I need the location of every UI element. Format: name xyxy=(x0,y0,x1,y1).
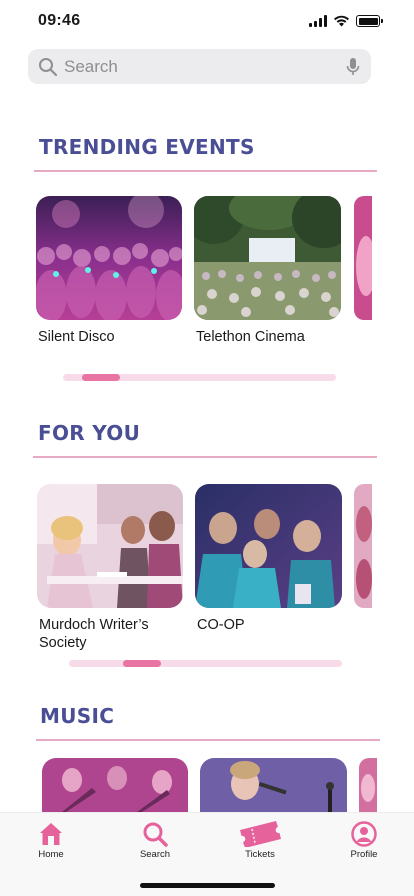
event-label: Telethon Cinema xyxy=(196,329,305,345)
section-title-for-you: FOR YOU xyxy=(38,421,141,445)
home-indicator xyxy=(140,883,275,888)
event-card-murdoch-writers-society[interactable]: Murdoch Writer’s Society xyxy=(37,484,183,654)
trending-scroll-indicator[interactable] xyxy=(63,374,336,381)
event-label: Murdoch Writer’s Society xyxy=(39,617,149,651)
battery-icon xyxy=(356,15,383,27)
tab-tickets-label: Tickets xyxy=(245,849,275,860)
tab-profile[interactable]: Profile xyxy=(329,821,399,860)
section-title-music: MUSIC xyxy=(40,704,115,728)
partial-event-image xyxy=(354,484,372,608)
search-icon xyxy=(143,822,168,847)
co-op-image xyxy=(195,484,342,608)
tab-tickets[interactable]: Tickets xyxy=(225,821,295,860)
for-you-scroll-thumb[interactable] xyxy=(123,660,161,667)
section-divider xyxy=(33,456,377,458)
event-card-silent-disco[interactable]: Silent Disco xyxy=(36,196,182,346)
orchestra-image xyxy=(42,758,188,812)
section-divider xyxy=(34,170,377,172)
status-icons xyxy=(309,15,383,27)
for-you-scroll-indicator[interactable] xyxy=(69,660,342,667)
wifi-icon xyxy=(334,15,349,27)
status-time: 09:46 xyxy=(38,12,81,29)
cellular-signal-icon xyxy=(309,15,327,27)
silent-disco-image xyxy=(36,196,182,320)
section-divider xyxy=(36,739,380,741)
home-icon xyxy=(40,823,62,845)
event-label: CO-OP xyxy=(197,617,245,633)
event-card-co-op[interactable]: CO-OP xyxy=(195,484,342,634)
telethon-cinema-image xyxy=(194,196,341,320)
status-bar: 09:46 xyxy=(0,0,414,44)
trending-scroll-thumb[interactable] xyxy=(82,374,120,381)
tab-profile-label: Profile xyxy=(350,849,378,860)
writers-society-image xyxy=(37,484,183,608)
tab-search-label: Search xyxy=(139,849,171,860)
microphone-icon[interactable] xyxy=(345,57,361,77)
tab-home-label: Home xyxy=(38,849,64,860)
section-title-trending: TRENDING EVENTS xyxy=(39,135,255,159)
singer-image xyxy=(200,758,347,812)
event-card-partial[interactable] xyxy=(354,484,372,608)
event-label: Silent Disco xyxy=(38,329,115,345)
tab-home[interactable]: Home xyxy=(16,821,86,860)
search-input[interactable] xyxy=(64,56,345,77)
profile-icon xyxy=(351,821,377,847)
tab-search[interactable]: Search xyxy=(120,821,190,860)
music-card-orchestra[interactable] xyxy=(42,758,188,812)
music-card-partial[interactable] xyxy=(359,758,377,812)
partial-music-image xyxy=(359,758,377,812)
partial-event-image xyxy=(354,196,372,320)
search-bar[interactable] xyxy=(28,49,371,84)
ticket-icon xyxy=(240,821,281,847)
event-card-telethon-cinema[interactable]: Telethon Cinema xyxy=(194,196,341,346)
search-icon xyxy=(39,57,58,76)
music-card-singer[interactable] xyxy=(200,758,347,812)
event-card-partial[interactable] xyxy=(354,196,372,320)
